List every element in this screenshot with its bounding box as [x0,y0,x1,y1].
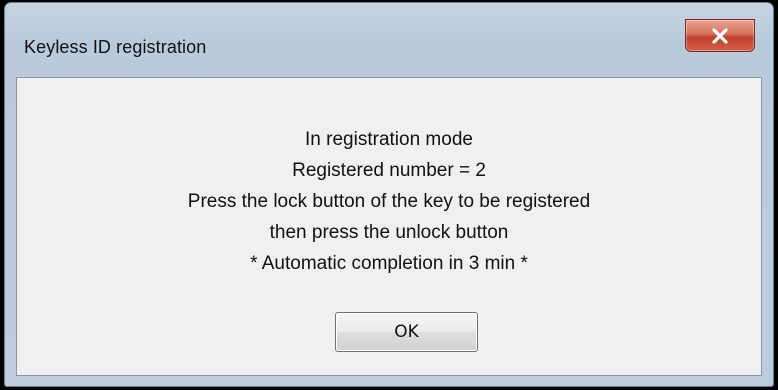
message-line: Registered number = 2 [292,160,486,181]
dialog-window: Keyless ID registration In registration … [4,2,774,387]
message-line: * Automatic completion in 3 min * [250,253,528,274]
message-text: In registration mode Registered number =… [17,124,761,279]
title-bar[interactable]: Keyless ID registration [5,3,773,77]
message-line: In registration mode [305,129,473,150]
ok-button[interactable]: OK [335,312,478,352]
window-title: Keyless ID registration [24,37,207,57]
close-button[interactable] [685,19,755,52]
close-x-icon [712,27,728,44]
message-line: then press the unlock button [269,222,509,243]
dialog-body: In registration mode Registered number =… [16,77,762,376]
message-line: Press the lock button of the key to be r… [187,191,591,212]
